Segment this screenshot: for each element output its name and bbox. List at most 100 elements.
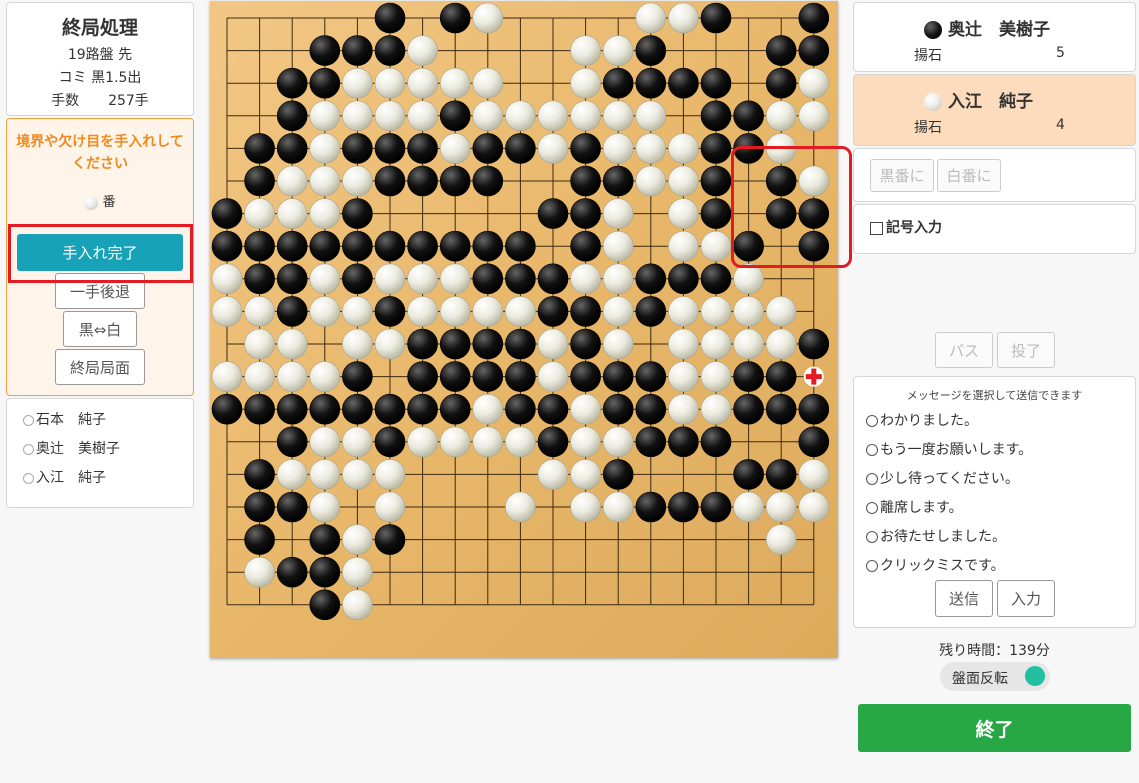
black-stone[interactable] bbox=[374, 165, 406, 197]
white-stone[interactable] bbox=[635, 165, 667, 197]
white-stone[interactable] bbox=[374, 491, 406, 523]
black-stone[interactable] bbox=[635, 361, 667, 392]
black-stone[interactable] bbox=[244, 165, 275, 197]
black-stone[interactable] bbox=[505, 393, 536, 425]
black-stone[interactable] bbox=[472, 165, 504, 197]
white-stone[interactable] bbox=[211, 361, 243, 392]
radio-icon[interactable] bbox=[866, 415, 878, 427]
black-stone[interactable] bbox=[309, 556, 341, 588]
black-stone[interactable] bbox=[505, 328, 536, 360]
white-stone[interactable] bbox=[570, 491, 601, 523]
white-stone[interactable] bbox=[668, 133, 699, 164]
black-stone[interactable] bbox=[635, 67, 667, 99]
input-button[interactable]: 入力 bbox=[997, 580, 1055, 617]
white-stone[interactable] bbox=[700, 393, 732, 425]
black-stone[interactable] bbox=[733, 393, 764, 425]
white-stone[interactable] bbox=[244, 198, 275, 229]
pass-button[interactable]: パス bbox=[935, 332, 993, 368]
black-stone[interactable] bbox=[635, 296, 667, 327]
black-stone[interactable] bbox=[537, 198, 569, 229]
black-stone[interactable] bbox=[700, 426, 732, 458]
white-stone[interactable] bbox=[309, 459, 341, 490]
white-stone[interactable] bbox=[309, 165, 341, 197]
message-option[interactable]: わかりました。 bbox=[866, 407, 1135, 436]
swap-color-button[interactable]: 黒⇔白 bbox=[63, 311, 137, 347]
white-stone[interactable] bbox=[733, 328, 764, 360]
white-stone[interactable] bbox=[374, 459, 406, 490]
send-button[interactable]: 送信 bbox=[935, 580, 993, 617]
white-stone[interactable] bbox=[472, 100, 504, 132]
radio-icon[interactable] bbox=[866, 560, 878, 572]
white-stone[interactable] bbox=[602, 35, 634, 66]
white-stone[interactable] bbox=[668, 230, 699, 262]
white-stone[interactable] bbox=[570, 100, 601, 132]
black-stone[interactable] bbox=[276, 393, 308, 425]
black-stone[interactable] bbox=[439, 393, 471, 425]
black-stone[interactable] bbox=[374, 524, 406, 555]
black-stone[interactable] bbox=[570, 133, 601, 164]
black-stone[interactable] bbox=[374, 296, 406, 327]
message-option[interactable]: お待たせしました。 bbox=[866, 523, 1135, 552]
white-stone[interactable] bbox=[342, 296, 373, 327]
white-stone[interactable] bbox=[602, 198, 634, 229]
white-stone[interactable] bbox=[439, 263, 471, 295]
black-stone[interactable] bbox=[765, 361, 797, 392]
black-stone[interactable] bbox=[798, 230, 830, 262]
black-stone[interactable] bbox=[570, 296, 601, 327]
black-stone[interactable] bbox=[407, 361, 438, 392]
white-stone[interactable] bbox=[309, 296, 341, 327]
black-stone[interactable] bbox=[635, 263, 667, 295]
radio-icon[interactable] bbox=[866, 444, 878, 456]
black-stone[interactable] bbox=[244, 524, 275, 555]
black-stone[interactable] bbox=[733, 100, 764, 132]
white-turn-button[interactable]: 白番に bbox=[937, 159, 1001, 192]
black-stone[interactable] bbox=[439, 2, 471, 34]
white-stone[interactable] bbox=[765, 491, 797, 523]
black-stone[interactable] bbox=[309, 35, 341, 66]
black-stone[interactable] bbox=[635, 393, 667, 425]
white-stone[interactable] bbox=[472, 426, 504, 458]
black-stone[interactable] bbox=[276, 100, 308, 132]
white-stone[interactable] bbox=[798, 100, 830, 132]
black-stone[interactable] bbox=[700, 133, 732, 164]
black-stone[interactable] bbox=[342, 393, 373, 425]
white-stone[interactable] bbox=[602, 491, 634, 523]
white-stone[interactable] bbox=[700, 328, 732, 360]
black-stone[interactable] bbox=[668, 491, 699, 523]
white-stone[interactable] bbox=[798, 491, 830, 523]
message-option[interactable]: クリックミスです。 bbox=[866, 552, 1135, 581]
black-stone[interactable] bbox=[276, 426, 308, 458]
white-stone[interactable] bbox=[439, 426, 471, 458]
black-stone[interactable] bbox=[537, 296, 569, 327]
black-stone[interactable] bbox=[798, 393, 830, 425]
black-stone[interactable] bbox=[570, 328, 601, 360]
black-stone[interactable] bbox=[211, 393, 243, 425]
black-stone[interactable] bbox=[668, 67, 699, 99]
board-flip-toggle[interactable]: 盤面反転 bbox=[940, 662, 1050, 691]
white-stone[interactable] bbox=[244, 328, 275, 360]
white-stone[interactable] bbox=[668, 198, 699, 229]
white-stone[interactable] bbox=[374, 67, 406, 99]
white-stone[interactable] bbox=[570, 67, 601, 99]
white-stone[interactable] bbox=[765, 296, 797, 327]
white-stone[interactable] bbox=[472, 2, 504, 34]
white-stone[interactable] bbox=[211, 263, 243, 295]
black-stone[interactable] bbox=[342, 230, 373, 262]
black-stone[interactable] bbox=[635, 491, 667, 523]
black-stone[interactable] bbox=[211, 198, 243, 229]
white-stone[interactable] bbox=[765, 133, 797, 164]
white-stone[interactable] bbox=[407, 426, 438, 458]
black-stone[interactable] bbox=[342, 263, 373, 295]
black-stone[interactable] bbox=[733, 230, 764, 262]
black-stone[interactable] bbox=[276, 263, 308, 295]
black-stone[interactable] bbox=[276, 67, 308, 99]
white-stone[interactable] bbox=[700, 230, 732, 262]
black-stone[interactable] bbox=[342, 361, 373, 392]
board-svg[interactable] bbox=[210, 1, 838, 658]
white-stone[interactable] bbox=[309, 100, 341, 132]
white-stone[interactable] bbox=[309, 491, 341, 523]
black-stone[interactable] bbox=[668, 426, 699, 458]
black-stone[interactable] bbox=[407, 230, 438, 262]
white-stone[interactable] bbox=[635, 2, 667, 34]
black-stone[interactable] bbox=[407, 133, 438, 164]
